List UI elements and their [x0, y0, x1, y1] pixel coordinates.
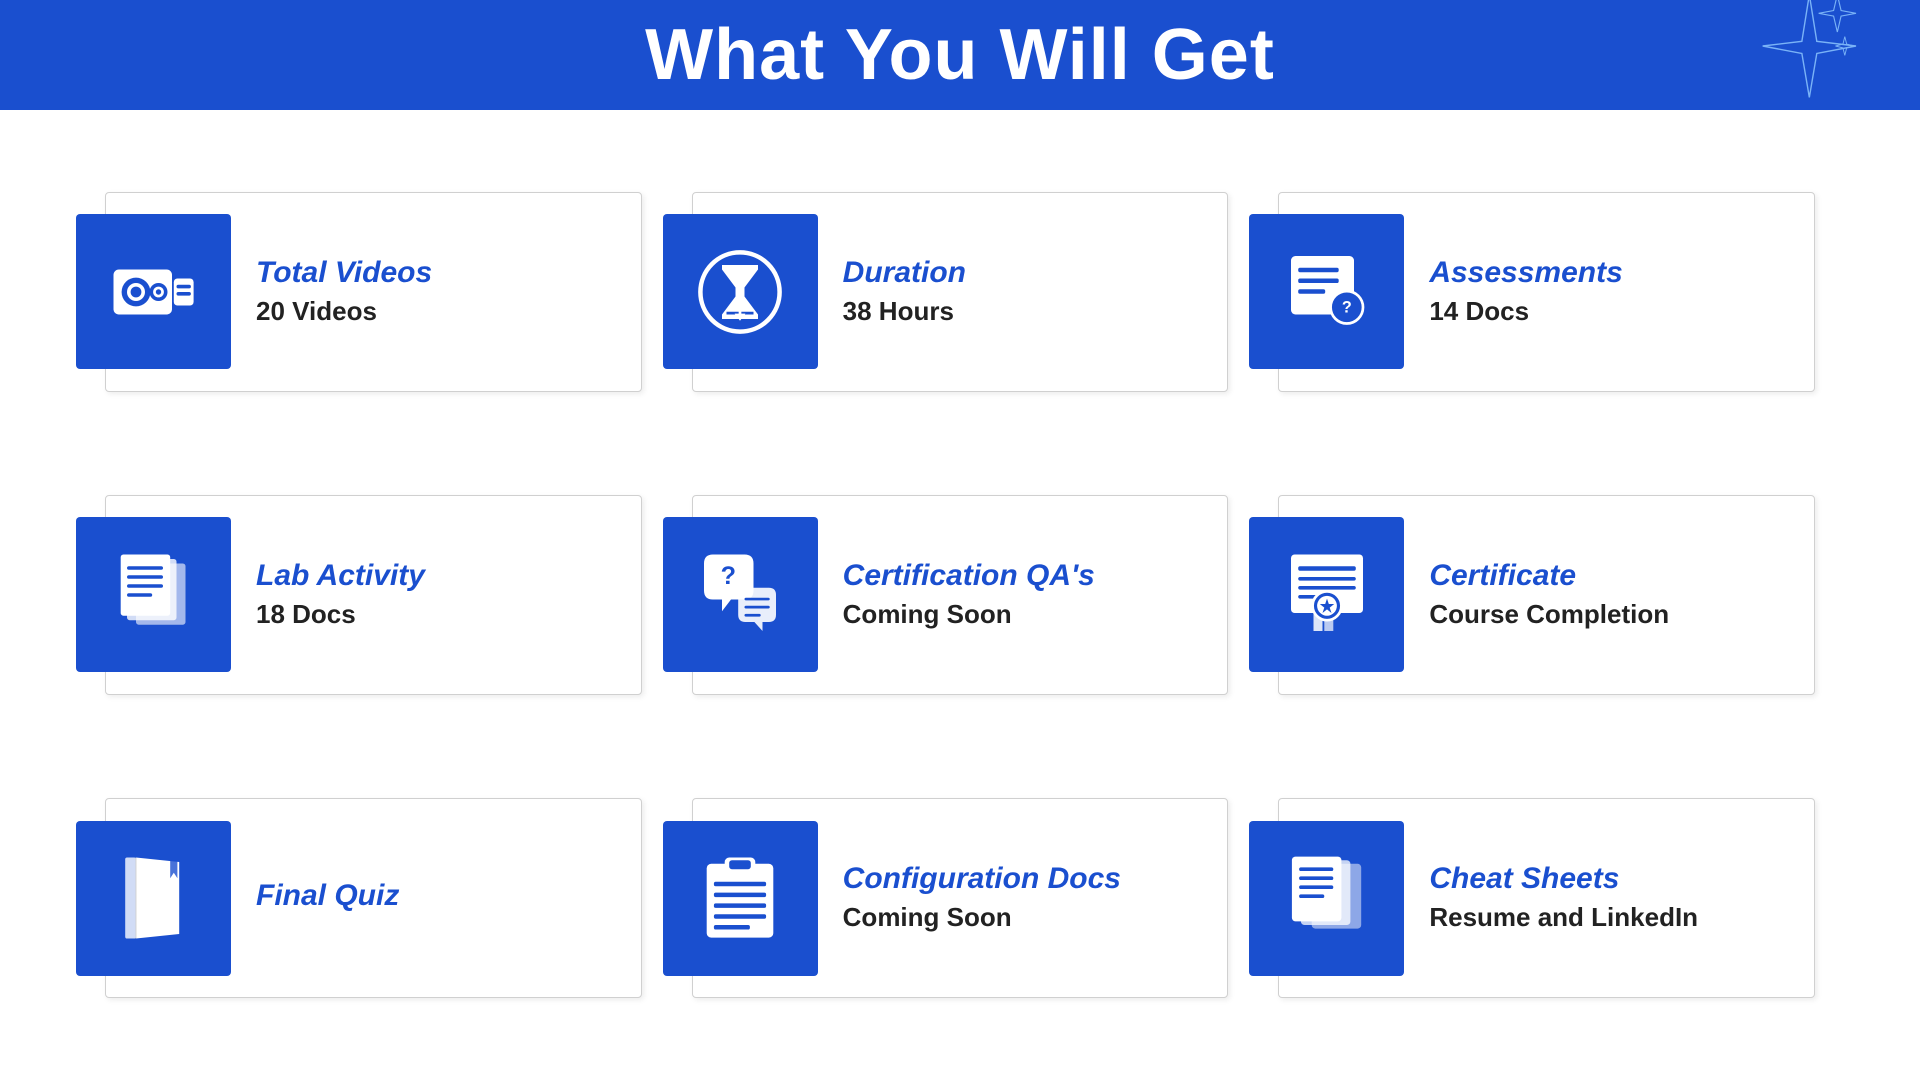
cheat-sheets-text: Cheat Sheets Resume and LinkedIn [1429, 861, 1698, 935]
lab-activity-value: 18 Docs [256, 598, 425, 632]
svg-text:?: ? [721, 562, 736, 590]
svg-text:?: ? [1342, 298, 1352, 316]
certificate-icon [1282, 550, 1372, 640]
cheat-sheets-icon-box [1249, 821, 1404, 976]
assessments-icon: ? [1282, 247, 1372, 337]
card-wrapper-cheat-sheets: Cheat Sheets Resume and LinkedIn [1253, 747, 1840, 1050]
configuration-docs-text: Configuration Docs Coming Soon [843, 861, 1121, 935]
certificate-text: Certificate Course Completion [1429, 558, 1669, 632]
final-quiz-icon-box [76, 821, 231, 976]
duration-icon [695, 247, 785, 337]
qa-icon: ? [695, 550, 785, 640]
card-wrapper-assessments: ? Assessments 14 Docs [1253, 140, 1840, 443]
config-icon [695, 853, 785, 943]
card-final-quiz: Final Quiz [105, 798, 642, 998]
configuration-docs-label: Configuration Docs [843, 861, 1121, 897]
card-total-videos: Total Videos 20 Videos [105, 192, 642, 392]
card-wrapper-final-quiz: Final Quiz [80, 747, 667, 1050]
assessments-text: Assessments 14 Docs [1429, 255, 1622, 329]
video-icon [109, 247, 199, 337]
duration-icon-box [663, 214, 818, 369]
card-cheat-sheets: Cheat Sheets Resume and LinkedIn [1278, 798, 1815, 998]
certification-qas-label: Certification QA's [843, 558, 1095, 594]
quiz-icon [109, 853, 199, 943]
card-duration: Duration 38 Hours [692, 192, 1229, 392]
certificate-label: Certificate [1429, 558, 1669, 594]
total-videos-label: Total Videos [256, 255, 432, 291]
total-videos-text: Total Videos 20 Videos [256, 255, 432, 329]
card-wrapper-certification-qas: ? Certification QA's Coming Soon [667, 443, 1254, 746]
certification-qas-text: Certification QA's Coming Soon [843, 558, 1095, 632]
configuration-docs-value: Coming Soon [843, 901, 1121, 935]
card-certificate: Certificate Course Completion [1278, 495, 1815, 695]
duration-value: 38 Hours [843, 295, 966, 329]
certification-qas-icon-box: ? [663, 517, 818, 672]
page-title: What You Will Get [645, 14, 1275, 96]
cards-grid: Total Videos 20 Videos [0, 110, 1920, 1080]
card-lab-activity: Lab Activity 18 Docs [105, 495, 642, 695]
assessments-label: Assessments [1429, 255, 1622, 291]
final-quiz-text: Final Quiz [256, 878, 399, 918]
page-header: What You Will Get [0, 0, 1920, 110]
lab-icon [109, 550, 199, 640]
duration-label: Duration [843, 255, 966, 291]
certification-qas-value: Coming Soon [843, 598, 1095, 632]
card-wrapper-lab-activity: Lab Activity 18 Docs [80, 443, 667, 746]
card-wrapper-certificate: Certificate Course Completion [1253, 443, 1840, 746]
total-videos-icon-box [76, 214, 231, 369]
card-configuration-docs: Configuration Docs Coming Soon [692, 798, 1229, 998]
lab-activity-label: Lab Activity [256, 558, 425, 594]
certificate-value: Course Completion [1429, 598, 1669, 632]
card-assessments: ? Assessments 14 Docs [1278, 192, 1815, 392]
configuration-docs-icon-box [663, 821, 818, 976]
cheatsheet-icon [1282, 853, 1372, 943]
card-certification-qas: ? Certification QA's Coming Soon [692, 495, 1229, 695]
final-quiz-label: Final Quiz [256, 878, 399, 914]
lab-activity-text: Lab Activity 18 Docs [256, 558, 425, 632]
lab-activity-icon-box [76, 517, 231, 672]
certificate-icon-box [1249, 517, 1404, 672]
assessments-icon-box: ? [1249, 214, 1404, 369]
cheat-sheets-value: Resume and LinkedIn [1429, 901, 1698, 935]
assessments-value: 14 Docs [1429, 295, 1622, 329]
card-wrapper-total-videos: Total Videos 20 Videos [80, 140, 667, 443]
card-wrapper-duration: Duration 38 Hours [667, 140, 1254, 443]
total-videos-value: 20 Videos [256, 295, 432, 329]
duration-text: Duration 38 Hours [843, 255, 966, 329]
cheat-sheets-label: Cheat Sheets [1429, 861, 1698, 897]
card-wrapper-configuration-docs: Configuration Docs Coming Soon [667, 747, 1254, 1050]
star-decoration [1740, 0, 1860, 130]
